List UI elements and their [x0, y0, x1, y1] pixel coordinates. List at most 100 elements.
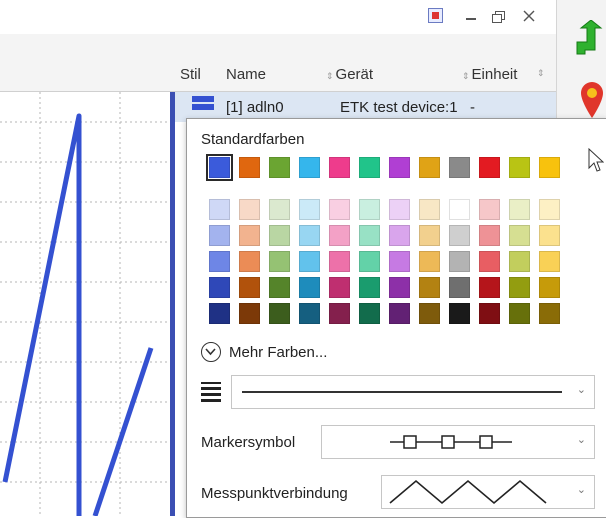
palette-color-swatch[interactable] — [539, 303, 560, 324]
standard-colors-label: Standardfarben — [201, 131, 305, 148]
plot-area[interactable] — [0, 92, 170, 516]
palette-color-swatch[interactable] — [299, 303, 320, 324]
palette-color-swatch[interactable] — [329, 251, 350, 272]
palette-color-swatch[interactable] — [449, 277, 470, 298]
palette-color-swatch[interactable] — [359, 225, 380, 246]
palette-color-swatch[interactable] — [419, 199, 440, 220]
green-arrow-icon[interactable] — [573, 20, 603, 56]
palette-color-swatch[interactable] — [269, 225, 290, 246]
palette-color-swatch[interactable] — [539, 251, 560, 272]
palette-color-swatch[interactable] — [419, 251, 440, 272]
palette-color-swatch[interactable] — [209, 303, 230, 324]
standard-color-swatch[interactable] — [329, 157, 350, 178]
row-color-strip — [170, 92, 175, 516]
standard-color-swatch[interactable] — [479, 157, 500, 178]
standard-color-swatch[interactable] — [269, 157, 290, 178]
marker-symbol-dropdown[interactable]: ⌄ — [321, 425, 595, 459]
palette-color-swatch[interactable] — [359, 251, 380, 272]
palette-color-swatch[interactable] — [419, 303, 440, 324]
palette-color-swatch[interactable] — [269, 303, 290, 324]
sort-icon[interactable]: ⇕ — [537, 68, 545, 79]
palette-color-swatch[interactable] — [449, 225, 470, 246]
palette-color-swatch[interactable] — [539, 199, 560, 220]
color-palette — [209, 199, 569, 329]
connection-zigzag-preview — [389, 479, 547, 505]
palette-color-swatch[interactable] — [509, 303, 530, 324]
palette-color-swatch[interactable] — [389, 199, 410, 220]
palette-color-swatch[interactable] — [209, 225, 230, 246]
palette-color-swatch[interactable] — [509, 199, 530, 220]
palette-color-swatch[interactable] — [329, 199, 350, 220]
palette-color-swatch[interactable] — [299, 251, 320, 272]
standard-color-swatch[interactable] — [539, 157, 560, 178]
palette-color-swatch[interactable] — [479, 199, 500, 220]
map-pin-icon[interactable] — [579, 80, 605, 120]
palette-color-swatch[interactable] — [509, 277, 530, 298]
standard-color-swatch[interactable] — [359, 157, 380, 178]
palette-color-swatch[interactable] — [239, 277, 260, 298]
minimize-button[interactable] — [460, 6, 482, 26]
palette-color-swatch[interactable] — [269, 251, 290, 272]
palette-color-swatch[interactable] — [329, 225, 350, 246]
palette-color-swatch[interactable] — [209, 251, 230, 272]
palette-color-swatch[interactable] — [389, 277, 410, 298]
more-colors-icon[interactable] — [201, 342, 221, 362]
palette-color-swatch[interactable] — [269, 199, 290, 220]
palette-color-swatch[interactable] — [389, 251, 410, 272]
standard-color-swatch[interactable] — [449, 157, 470, 178]
palette-color-swatch[interactable] — [449, 251, 470, 272]
palette-color-swatch[interactable] — [389, 225, 410, 246]
line-width-icon — [201, 382, 221, 402]
palette-color-swatch[interactable] — [509, 251, 530, 272]
palette-color-swatch[interactable] — [299, 225, 320, 246]
palette-color-swatch[interactable] — [299, 277, 320, 298]
standard-color-swatch[interactable] — [206, 154, 233, 181]
measurement-connection-dropdown[interactable]: ⌄ — [381, 475, 595, 509]
sort-icon: ⇕ — [462, 71, 470, 81]
palette-color-swatch[interactable] — [449, 303, 470, 324]
column-header-name[interactable]: Name — [226, 66, 266, 83]
standard-color-swatch[interactable] — [509, 157, 530, 178]
palette-color-swatch[interactable] — [239, 251, 260, 272]
palette-color-swatch[interactable] — [239, 199, 260, 220]
line-style-swatch[interactable] — [192, 96, 214, 116]
palette-color-swatch[interactable] — [209, 277, 230, 298]
palette-color-swatch[interactable] — [299, 199, 320, 220]
palette-color-swatch[interactable] — [239, 303, 260, 324]
palette-color-swatch[interactable] — [539, 225, 560, 246]
line-style-dropdown[interactable]: ⌄ — [231, 375, 595, 409]
palette-color-swatch[interactable] — [509, 225, 530, 246]
palette-color-swatch[interactable] — [419, 225, 440, 246]
palette-color-swatch[interactable] — [479, 251, 500, 272]
standard-color-swatch[interactable] — [419, 157, 440, 178]
palette-color-swatch[interactable] — [329, 303, 350, 324]
standard-color-swatch[interactable] — [389, 157, 410, 178]
marker-symbol-preview — [390, 435, 512, 449]
palette-color-swatch[interactable] — [329, 277, 350, 298]
palette-color-swatch[interactable] — [359, 199, 380, 220]
palette-color-swatch[interactable] — [479, 225, 500, 246]
standard-colors-row — [206, 154, 569, 181]
help-icon[interactable] — [428, 8, 443, 23]
palette-color-swatch[interactable] — [269, 277, 290, 298]
palette-color-swatch[interactable] — [539, 277, 560, 298]
standard-color-swatch[interactable] — [299, 157, 320, 178]
palette-color-swatch[interactable] — [359, 277, 380, 298]
palette-color-swatch[interactable] — [419, 277, 440, 298]
palette-color-swatch[interactable] — [479, 277, 500, 298]
palette-color-swatch[interactable] — [449, 199, 470, 220]
restore-button[interactable] — [488, 6, 510, 26]
column-header-stil[interactable]: Stil — [180, 66, 201, 83]
close-button[interactable] — [518, 6, 540, 26]
standard-color-swatch[interactable] — [239, 157, 260, 178]
palette-color-swatch[interactable] — [389, 303, 410, 324]
style-popup: Standardfarben Mehr Farben... ⌄ Markersy… — [186, 118, 606, 518]
palette-color-swatch[interactable] — [359, 303, 380, 324]
column-header-einheit[interactable]: ⇕ Einheit — [462, 66, 517, 83]
palette-color-swatch[interactable] — [209, 199, 230, 220]
column-header-geraet[interactable]: ⇕ Gerät — [326, 66, 373, 83]
palette-color-swatch[interactable] — [239, 225, 260, 246]
palette-color-swatch[interactable] — [479, 303, 500, 324]
more-colors-link[interactable]: Mehr Farben... — [229, 344, 327, 361]
line-style-preview — [242, 391, 562, 393]
